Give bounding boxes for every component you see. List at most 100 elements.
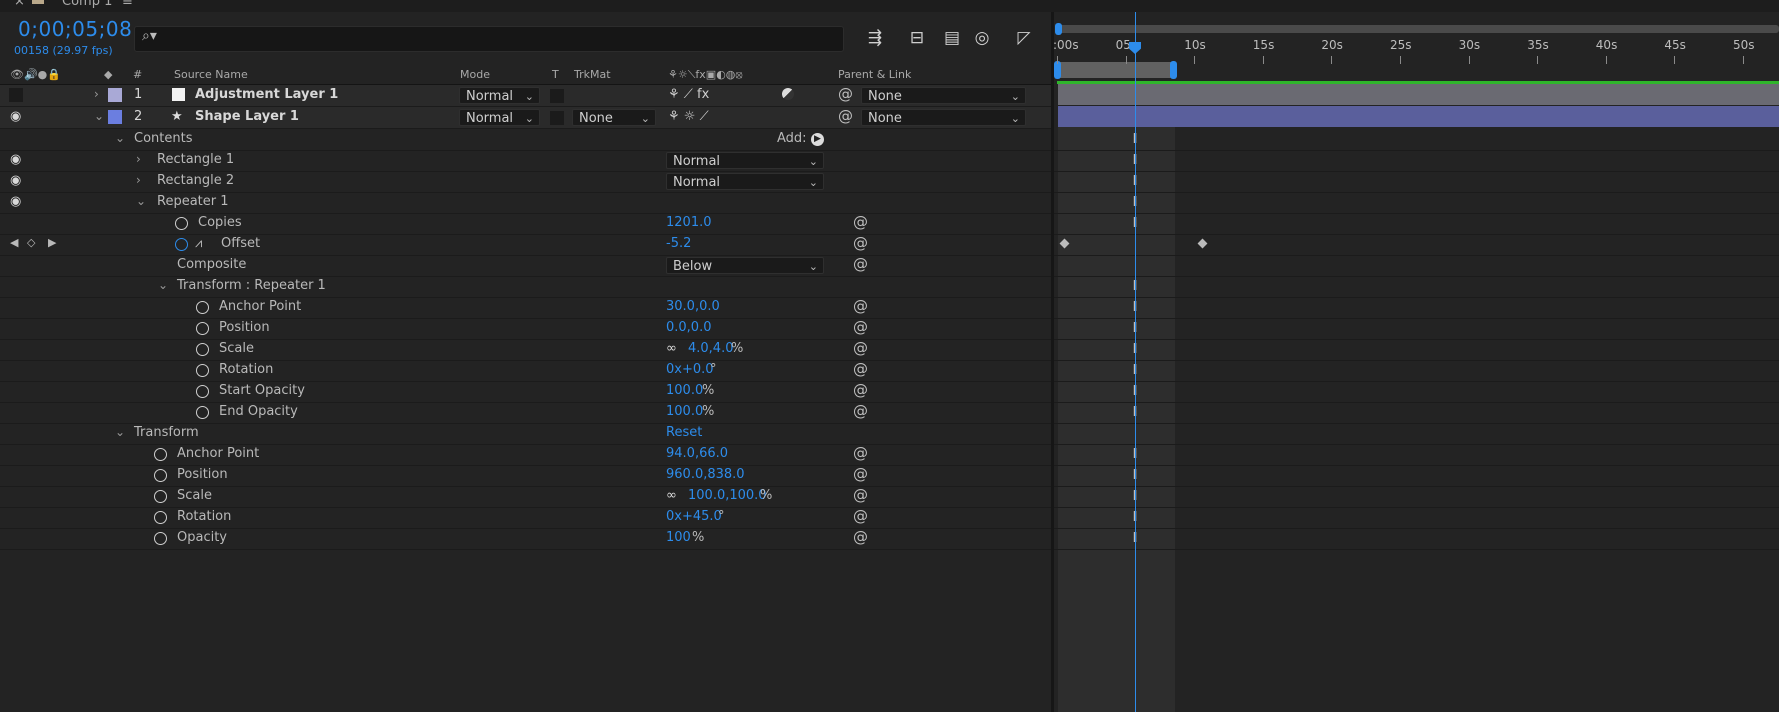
timeline-row[interactable] bbox=[1054, 192, 1779, 214]
comp-flowchart-icon[interactable]: ⇶ bbox=[861, 26, 889, 50]
constrain-link-icon[interactable]: ∞ bbox=[666, 488, 677, 503]
draft-3d-icon[interactable]: ⊟ bbox=[903, 26, 931, 50]
layer-2-duration-bar[interactable] bbox=[1058, 106, 1779, 127]
stopwatch-icon[interactable] bbox=[196, 343, 209, 356]
layer-row-1[interactable]: › 1 Adjustment Layer 1 Normal ⌄ ⚘ ⟋ fx @ … bbox=[0, 85, 1051, 107]
expression-pickwhip-icon[interactable]: @ bbox=[853, 528, 868, 546]
scale-row[interactable]: Scale ∞ 100.0,100.0 % @ bbox=[0, 486, 1051, 508]
timeline-row[interactable] bbox=[1054, 213, 1779, 235]
switches-header[interactable]: ⚘☼⟍fx▣◐◍⦻ bbox=[668, 68, 743, 82]
av-switches-header-icon[interactable]: 👁🔊●🔒 bbox=[10, 68, 61, 81]
offset-row[interactable]: ◀ ◇ ▶ ⩘ Offset -5.2 @ bbox=[0, 234, 1051, 256]
parent-header[interactable]: Parent & Link bbox=[838, 68, 911, 81]
anchor-value[interactable]: 30.0,0.0 bbox=[666, 299, 720, 314]
end-opacity-value[interactable]: 100.0 bbox=[666, 404, 703, 419]
transform-group[interactable]: ⌄ Transform Reset bbox=[0, 423, 1051, 445]
position-value[interactable]: 960.0,838.0 bbox=[666, 467, 745, 482]
opacity-value[interactable]: 100 bbox=[666, 530, 691, 545]
layer-switches[interactable]: ⚘ ⟋ fx bbox=[668, 87, 709, 102]
twirl-down-icon[interactable]: ⌄ bbox=[136, 194, 146, 208]
twirl-down-icon[interactable]: ⌄ bbox=[94, 109, 104, 123]
rotation-value[interactable]: 0x+0.0 bbox=[666, 362, 714, 377]
anchor-point-row[interactable]: Anchor Point 94.0,66.0 @ bbox=[0, 444, 1051, 466]
scale-value[interactable]: 100.0,100.0 bbox=[688, 488, 767, 503]
rep-scale-row[interactable]: Scale ∞ 4.0,4.0 % @ bbox=[0, 339, 1051, 361]
current-time-indicator[interactable] bbox=[1135, 12, 1136, 712]
rectangle-1-mode-dropdown[interactable]: Normal ⌄ bbox=[666, 152, 824, 169]
stopwatch-icon[interactable] bbox=[154, 532, 167, 545]
timeline-row[interactable] bbox=[1054, 255, 1779, 277]
stopwatch-icon[interactable] bbox=[154, 490, 167, 503]
end-opacity-row[interactable]: End Opacity 100.0 % @ bbox=[0, 402, 1051, 424]
twirl-down-icon[interactable]: ⌄ bbox=[115, 131, 125, 145]
timeline-row[interactable] bbox=[1054, 297, 1779, 319]
search-icon[interactable]: ⌕▾ bbox=[142, 28, 157, 44]
expression-pickwhip-icon[interactable]: @ bbox=[853, 360, 868, 378]
rectangle-1-label[interactable]: Rectangle 1 bbox=[157, 152, 234, 167]
timeline-row[interactable] bbox=[1054, 360, 1779, 382]
expression-pickwhip-icon[interactable]: @ bbox=[853, 444, 868, 462]
frame-blending-icon[interactable]: ▤ bbox=[938, 26, 966, 50]
stopwatch-icon[interactable] bbox=[196, 385, 209, 398]
motion-blur-icon[interactable]: ◎ bbox=[968, 26, 996, 50]
stopwatch-icon[interactable] bbox=[154, 469, 167, 482]
rotation-row[interactable]: Rotation 0x+45.0 ° @ bbox=[0, 507, 1051, 529]
timeline-row[interactable] bbox=[1054, 465, 1779, 487]
eye-icon[interactable]: ◉ bbox=[10, 173, 21, 188]
search-input[interactable] bbox=[134, 26, 844, 52]
prev-keyframe-icon[interactable]: ◀ bbox=[10, 236, 18, 249]
timeline-row[interactable] bbox=[1054, 276, 1779, 298]
timeline-row[interactable] bbox=[1054, 234, 1779, 256]
source-name-header[interactable]: Source Name bbox=[174, 68, 248, 81]
graph-editor-icon[interactable]: ◸ bbox=[1010, 26, 1038, 50]
stopwatch-icon[interactable] bbox=[154, 448, 167, 461]
video-switch[interactable] bbox=[8, 87, 24, 103]
expression-pickwhip-icon[interactable]: @ bbox=[853, 213, 868, 231]
stopwatch-active-icon[interactable] bbox=[175, 238, 188, 251]
layer-row-2[interactable]: ◉ ⌄ 2 ★ Shape Layer 1 Normal ⌄ None ⌄ ⚘ ☼ … bbox=[0, 107, 1051, 129]
rep-rotation-row[interactable]: Rotation 0x+0.0 ° @ bbox=[0, 360, 1051, 382]
timeline-row[interactable] bbox=[1054, 444, 1779, 466]
blend-mode-dropdown[interactable]: Normal ⌄ bbox=[459, 87, 540, 104]
label-header-icon[interactable]: ◆ bbox=[104, 68, 112, 81]
parent-dropdown[interactable]: None ⌄ bbox=[861, 87, 1026, 104]
trkmat-header[interactable]: TrkMat bbox=[574, 68, 611, 81]
start-opacity-row[interactable]: Start Opacity 100.0 % @ bbox=[0, 381, 1051, 403]
scale-value[interactable]: 4.0,4.0 bbox=[688, 341, 733, 356]
timeline-row[interactable] bbox=[1054, 486, 1779, 508]
expression-pickwhip-icon[interactable]: @ bbox=[853, 297, 868, 315]
expression-pickwhip-icon[interactable]: @ bbox=[853, 507, 868, 525]
rectangle-2-mode-dropdown[interactable]: Normal ⌄ bbox=[666, 173, 824, 190]
trkmat-dropdown[interactable]: None ⌄ bbox=[572, 109, 656, 126]
parent-dropdown[interactable]: None ⌄ bbox=[861, 109, 1026, 126]
timeline-row[interactable] bbox=[1054, 402, 1779, 424]
layer-1-duration-bar[interactable] bbox=[1058, 84, 1779, 105]
timeline-row[interactable] bbox=[1054, 339, 1779, 361]
offset-value[interactable]: -5.2 bbox=[666, 236, 691, 251]
eye-icon[interactable]: ◉ bbox=[10, 194, 21, 209]
expression-pickwhip-icon[interactable]: @ bbox=[853, 318, 868, 336]
expression-pickwhip-icon[interactable]: @ bbox=[853, 486, 868, 504]
repeater-1-row[interactable]: ◉ ⌄ Repeater 1 bbox=[0, 192, 1051, 214]
preserve-transparency-switch[interactable] bbox=[549, 88, 565, 104]
close-tab-icon[interactable]: × bbox=[14, 0, 25, 9]
add-label[interactable]: Add: bbox=[777, 131, 807, 146]
mode-header[interactable]: Mode bbox=[460, 68, 490, 81]
anchor-value[interactable]: 94.0,66.0 bbox=[666, 446, 728, 461]
pickwhip-icon[interactable]: @ bbox=[838, 107, 853, 125]
layer-switches[interactable]: ⚘ ☼ ⟋ bbox=[668, 109, 709, 124]
timeline-row[interactable] bbox=[1054, 423, 1779, 445]
stopwatch-icon[interactable] bbox=[175, 217, 188, 230]
add-play-icon[interactable]: ▶ bbox=[811, 133, 824, 146]
rep-position-row[interactable]: Position 0.0,0.0 @ bbox=[0, 318, 1051, 340]
rep-anchor-row[interactable]: Anchor Point 30.0,0.0 @ bbox=[0, 297, 1051, 319]
copies-row[interactable]: Copies 1201.0 @ bbox=[0, 213, 1051, 235]
tab-title[interactable]: Comp 1 bbox=[62, 0, 112, 9]
timeline-row[interactable] bbox=[1054, 150, 1779, 172]
eye-icon[interactable]: ◉ bbox=[10, 109, 21, 124]
stopwatch-icon[interactable] bbox=[196, 301, 209, 314]
layer-name[interactable]: Shape Layer 1 bbox=[195, 109, 299, 124]
work-area-bar[interactable] bbox=[1057, 62, 1175, 78]
pickwhip-icon[interactable]: @ bbox=[838, 85, 853, 103]
contents-group[interactable]: ⌄ Contents Add: ▶ bbox=[0, 129, 1051, 151]
